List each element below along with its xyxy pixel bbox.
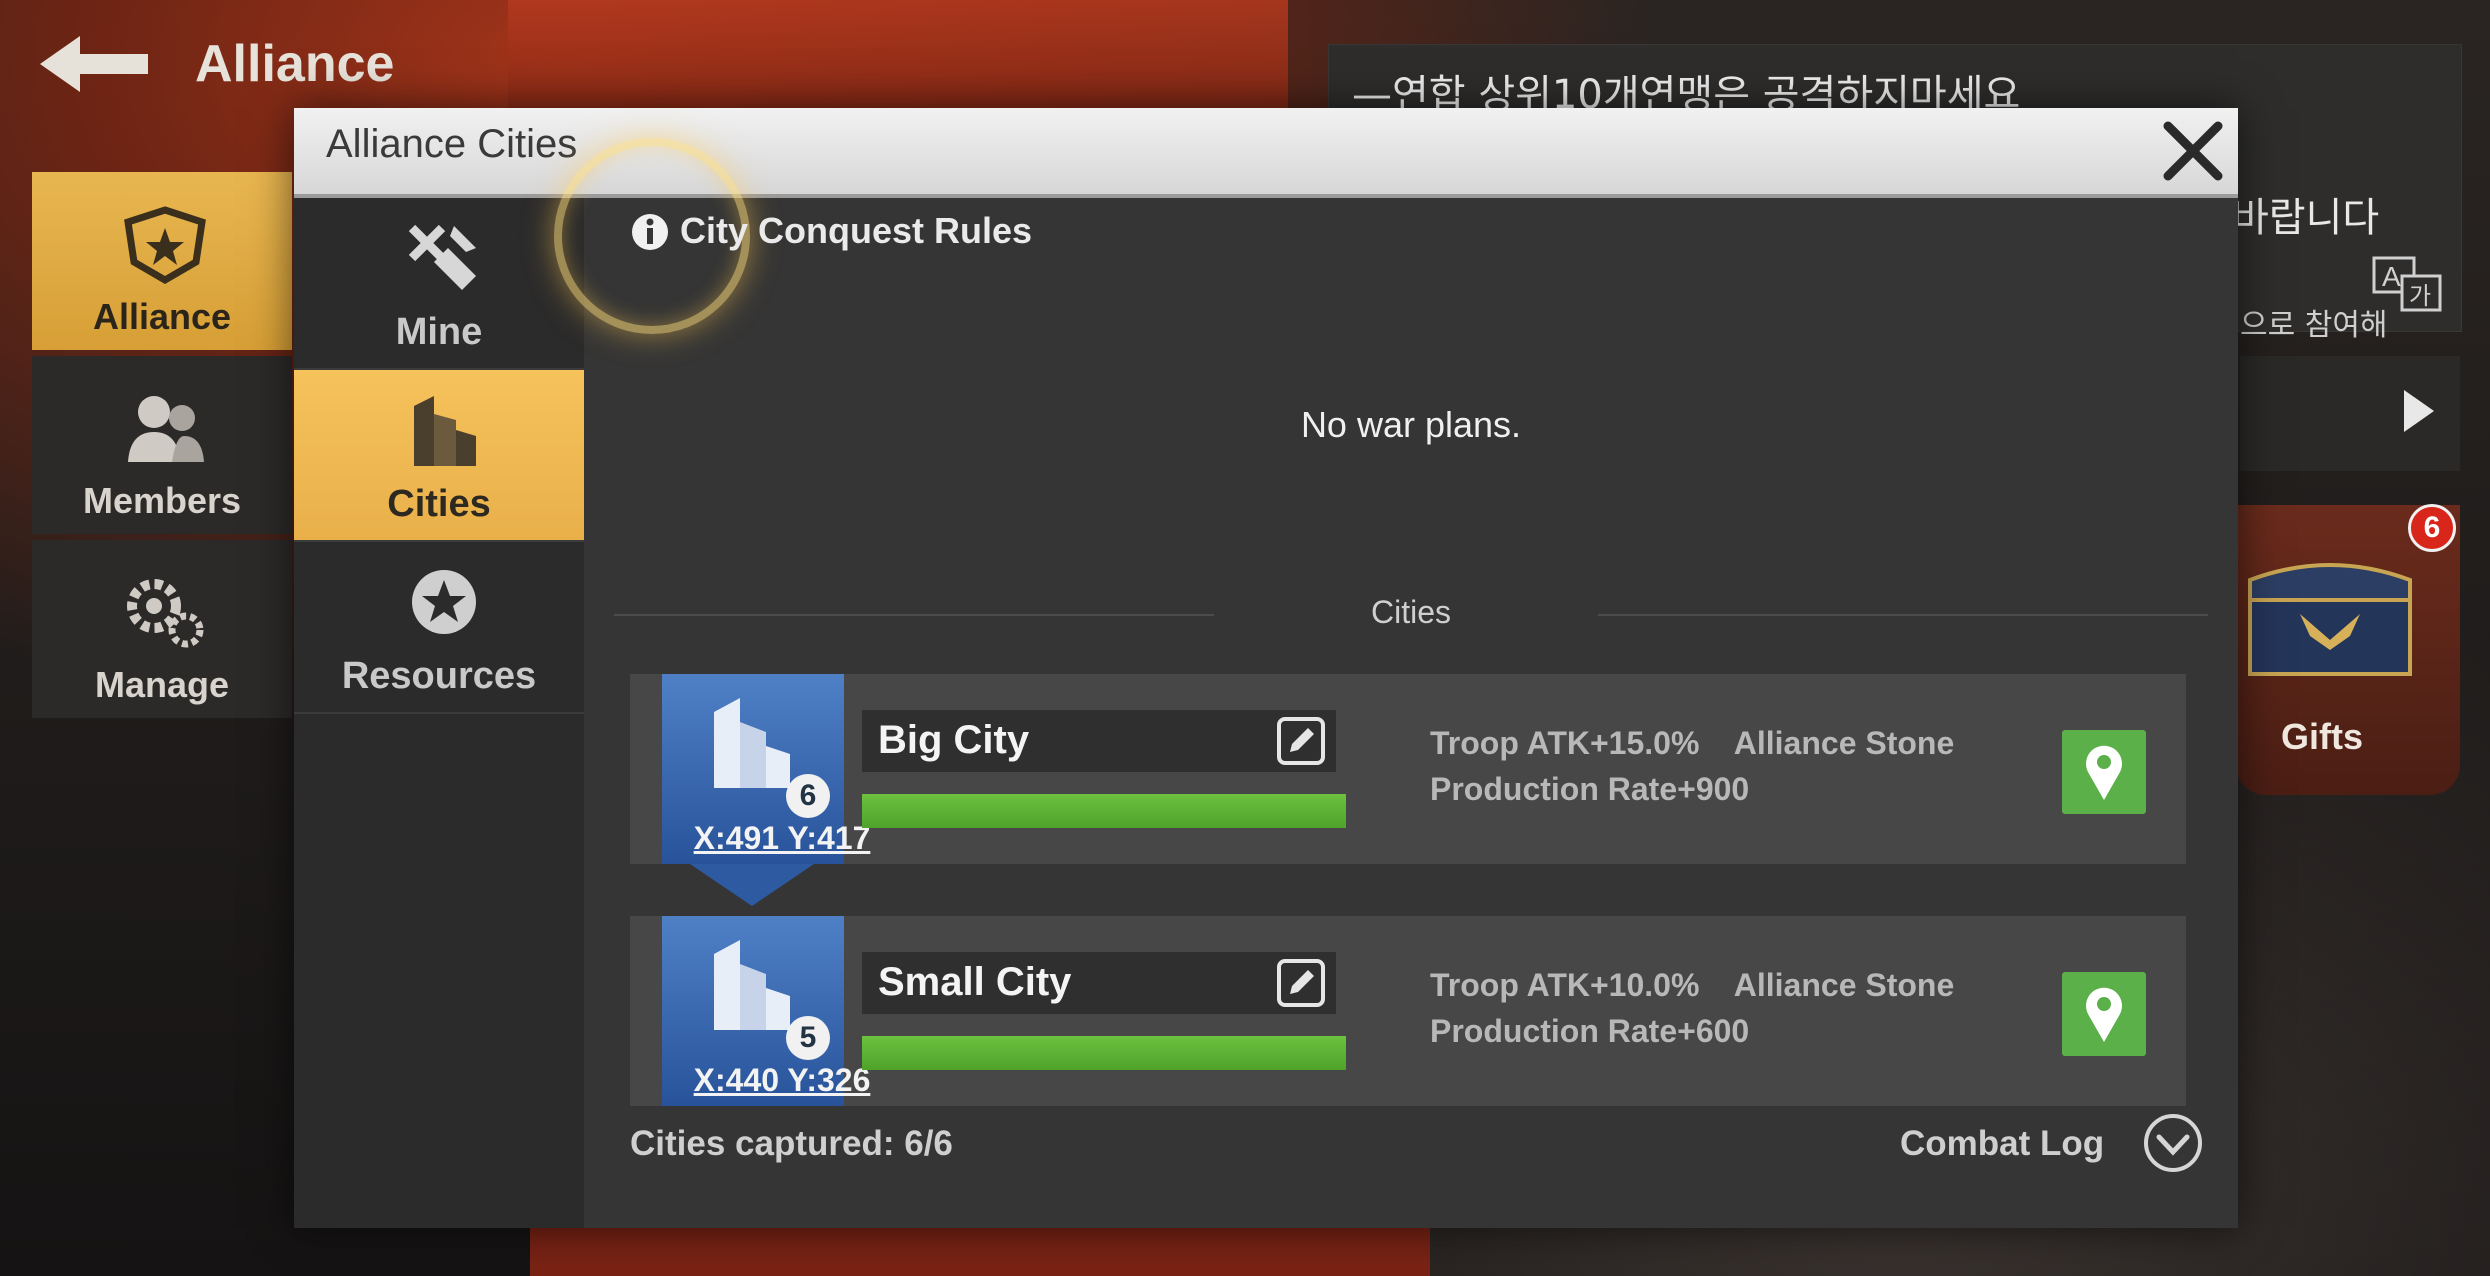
city-level-badge: 6 [786,774,830,818]
city-coordinates-link[interactable]: X:491 Y:417 [682,820,882,857]
play-arrow-icon[interactable] [2400,388,2436,434]
svg-text:A: A [2382,261,2401,292]
city-thumbnail: 6 X:491 Y:417 [662,674,870,864]
go-to-location-button[interactable] [2062,972,2146,1056]
notice-text: 으로 참여해 [2240,308,2388,343]
combat-log-button[interactable]: Combat Log [1900,1124,2104,1164]
city-name-field: Big City [862,710,1336,772]
resource-coin-icon [412,570,476,634]
tab-label: Cities [387,483,491,525]
back-arrow-icon[interactable] [34,32,154,96]
city-row[interactable]: 6 X:491 Y:417 Big City Troop ATK+15.0% A… [630,674,2186,864]
city-thumbnail: 5 X:440 Y:326 [662,916,870,1106]
city-buffs: Troop ATK+15.0% Alliance Stone Productio… [1430,720,1990,812]
city-buff-line: Production Rate+900 [1430,771,1750,807]
tab-mine[interactable]: Mine [294,198,584,370]
empty-war-plans-message: No war plans. [1300,404,1522,445]
city-coordinates-link[interactable]: X:440 Y:326 [682,1062,882,1099]
alliance-emblem-icon [124,206,206,284]
city-level-badge: 5 [786,1016,830,1060]
mine-tools-icon [408,224,476,290]
chevron-down-icon[interactable] [2142,1112,2204,1174]
background-banner-bottom [530,1225,1430,1276]
background-banner [508,0,1288,110]
city-progress-bar [862,1036,1346,1070]
city-buff-line: Production Rate+600 [1430,1013,1750,1049]
nav-tab-label: Alliance [92,296,232,337]
close-icon[interactable] [2158,116,2228,186]
svg-text:가: 가 [2409,282,2431,310]
city-buff-line: Troop ATK+10.0% Alliance Stone [1430,967,1955,1003]
cities-captured-count: Cities captured: 6/6 [630,1124,953,1163]
notice-text: 바랍니다 [2232,195,2380,241]
dialog-title: Alliance Cities [326,122,578,166]
dialog-sidebar: Mine Cities Resources [294,198,584,1228]
city-progress-bar [862,794,1346,828]
tab-label: Mine [395,311,483,353]
map-pin-icon [2086,745,2122,800]
city-progress-fill [862,794,1346,828]
city-progress-fill [862,1036,1346,1070]
city-buff-line: Troop ATK+15.0% Alliance Stone [1430,725,1955,761]
alliance-cities-dialog: Alliance Cities Mine Cities Resources Ci… [294,108,2238,1228]
section-label-cities: Cities [1370,594,1451,630]
gears-icon [127,579,204,648]
go-to-location-button[interactable] [2062,730,2146,814]
city-list[interactable]: 6 X:491 Y:417 Big City Troop ATK+15.0% A… [630,666,2186,1190]
city-conquest-rules-link[interactable]: City Conquest Rules [680,210,1032,252]
city-buildings-icon [714,698,790,788]
city-buildings-icon [414,396,476,466]
translate-icon[interactable]: A 가 [2372,256,2442,312]
city-row[interactable]: 5 X:440 Y:326 Small City Troop ATK+10.0%… [630,916,2186,1106]
nav-tab-label: Members [82,480,242,521]
members-icon [128,396,204,462]
tab-cities[interactable]: Cities [294,370,584,542]
city-buffs: Troop ATK+10.0% Alliance Stone Productio… [1430,962,1990,1054]
nav-tab-label: Manage [94,664,230,705]
edit-icon[interactable] [1276,716,1326,766]
nav-tab-members[interactable]: Members [32,356,292,534]
nav-tab-alliance[interactable]: Alliance [32,172,292,350]
city-name-field: Small City [862,952,1336,1014]
notification-badge: 6 [2408,504,2456,552]
city-name: Small City [878,960,1072,1004]
info-icon[interactable] [630,212,670,252]
tab-resources[interactable]: Resources [294,542,584,714]
screen-title: Alliance [195,35,395,93]
map-pin-icon [2086,987,2122,1042]
tab-label: Resources [341,655,537,697]
selected-indicator [690,864,814,906]
gifts-label: Gifts [2280,716,2363,757]
city-name: Big City [878,718,1030,762]
city-buildings-icon [714,940,790,1030]
edit-icon[interactable] [1276,958,1326,1008]
nav-tab-manage[interactable]: Manage [32,540,292,718]
treasure-chest-icon [2248,563,2412,676]
